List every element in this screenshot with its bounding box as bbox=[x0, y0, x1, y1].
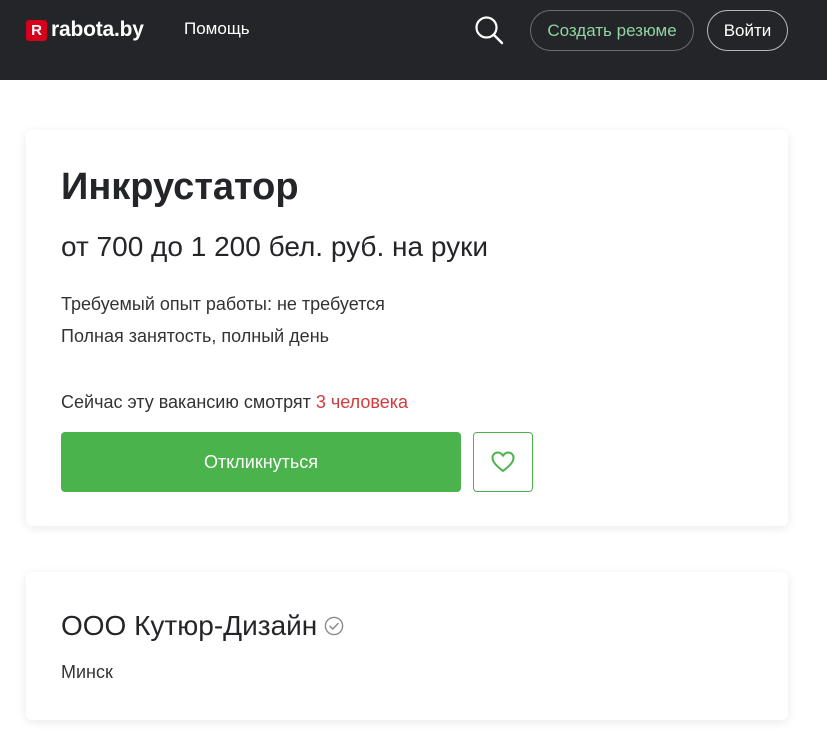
vacancy-watchers: Сейчас эту вакансию смотрят 3 человека bbox=[61, 392, 408, 413]
vacancy-salary: от 700 до 1 200 бел. руб. на руки bbox=[61, 231, 488, 262]
check-circle-icon bbox=[324, 616, 344, 636]
watchers-prefix: Сейчас эту вакансию смотрят bbox=[61, 392, 316, 412]
favorite-button[interactable] bbox=[473, 432, 533, 492]
apply-button[interactable]: Откликнуться bbox=[61, 432, 461, 492]
top-header: R rabota.by Помощь Создать резюме Войти bbox=[0, 0, 827, 80]
company-name[interactable]: ООО Кутюр-Дизайн bbox=[61, 610, 317, 642]
company-city: Минск bbox=[61, 662, 113, 682]
login-button[interactable]: Войти bbox=[707, 10, 788, 51]
company-name-row: ООО Кутюр-Дизайн bbox=[61, 610, 344, 642]
vacancy-card: Инкрустатор от 700 до 1 200 бел. руб. на… bbox=[26, 130, 788, 526]
vacancy-title: Инкрустатор bbox=[61, 166, 299, 208]
search-icon bbox=[475, 16, 504, 45]
search-button[interactable] bbox=[473, 14, 505, 46]
company-card: ООО Кутюр-Дизайн Минск bbox=[26, 572, 788, 720]
site-logo[interactable]: R rabota.by bbox=[26, 18, 144, 42]
logo-mark: R bbox=[26, 19, 47, 41]
help-link[interactable]: Помощь bbox=[184, 19, 250, 39]
create-resume-button[interactable]: Создать резюме bbox=[530, 10, 694, 51]
heart-icon bbox=[491, 451, 515, 472]
logo-text: rabota.by bbox=[51, 18, 144, 41]
watchers-count: 3 человека bbox=[315, 392, 409, 412]
vacancy-employment: Полная занятость, полный день bbox=[61, 326, 330, 346]
vacancy-experience: Требуемый опыт работы: не требуется bbox=[61, 294, 385, 314]
